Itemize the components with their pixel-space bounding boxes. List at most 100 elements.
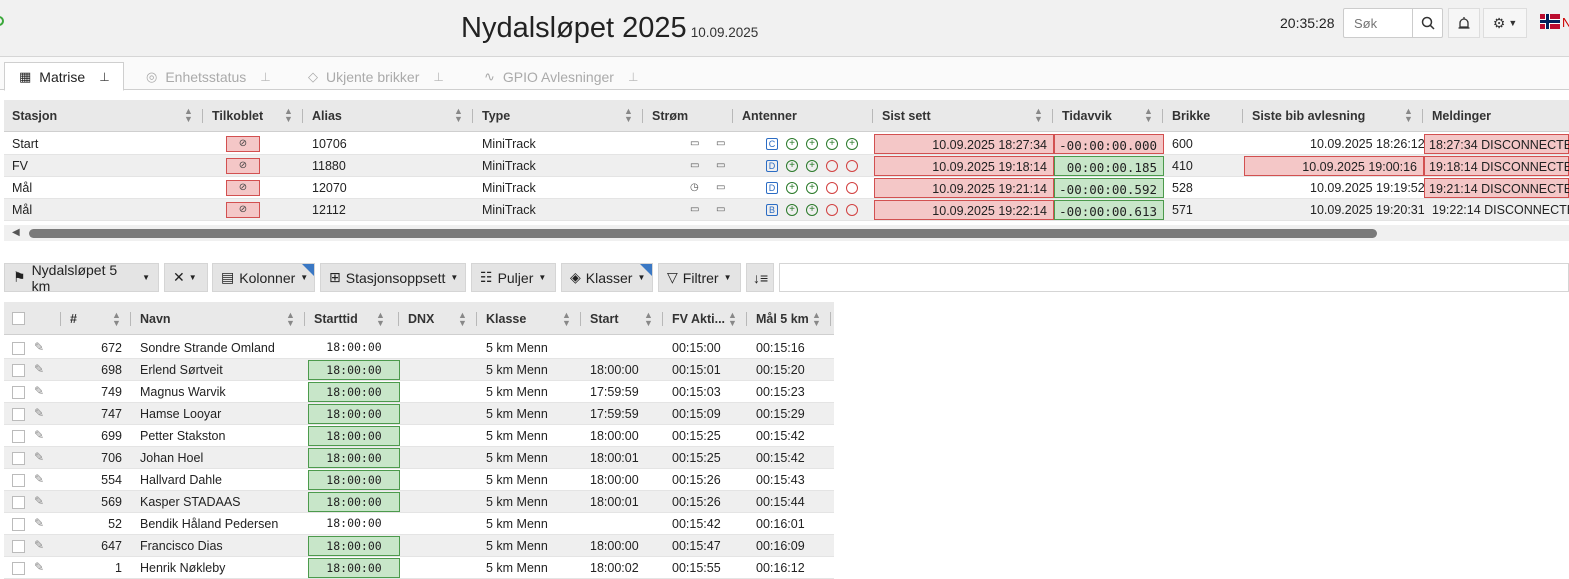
- col-tidavvik[interactable]: Tidavvik: [1062, 109, 1112, 123]
- station-setup-button[interactable]: ⊞ Stasjonsoppsett ▼: [320, 263, 466, 292]
- table-row[interactable]: ✎ 672 Sondre Strande Omland 18:00:00 5 km Me…: [4, 337, 834, 359]
- col-navn[interactable]: Navn: [140, 312, 171, 326]
- start-time-cell[interactable]: 18:00:00: [308, 536, 400, 556]
- table-row[interactable]: ✎ 554 Hallvard Dahle 18:00:00 5 km Menn 18:00…: [4, 469, 834, 491]
- col-strom[interactable]: Strøm: [652, 109, 688, 123]
- scrollbar-thumb[interactable]: [29, 229, 1377, 238]
- col-bib[interactable]: #: [70, 312, 77, 326]
- sort-icon[interactable]: ▲ ▼: [1034, 107, 1043, 124]
- start-time-cell[interactable]: 18:00:00: [308, 338, 400, 358]
- table-row[interactable]: ✎ 647 Francisco Dias 18:00:00 5 km Menn 18:00…: [4, 535, 834, 557]
- sort-icon[interactable]: ▲ ▼: [284, 107, 293, 124]
- edit-icon[interactable]: ✎: [34, 494, 44, 508]
- station-row[interactable]: FV ⊘ 11880 MiniTrack ▭ ▭ D + +10.09.2025 19:18:1…: [4, 155, 1569, 177]
- columns-button[interactable]: ▤ Kolonner ▼: [212, 263, 315, 292]
- language-label[interactable]: N: [1562, 15, 1569, 30]
- sort-icon[interactable]: ▲ ▼: [376, 311, 385, 328]
- edit-icon[interactable]: ✎: [34, 516, 44, 530]
- tab-ukjente-brikker[interactable]: ◇ Ukjente brikker ⊥: [308, 62, 468, 91]
- col-mal-5km[interactable]: Mål 5 km: [756, 312, 809, 326]
- horizontal-scrollbar[interactable]: ◀: [4, 225, 1569, 241]
- start-time-cell[interactable]: 18:00:00: [308, 360, 400, 380]
- table-row[interactable]: ✎ 706 Johan Hoel 18:00:00 5 km Menn 18:00:01 0…: [4, 447, 834, 469]
- alarm-button[interactable]: [1448, 8, 1480, 38]
- edit-icon[interactable]: ✎: [34, 560, 44, 574]
- start-time-cell[interactable]: 18:00:00: [308, 470, 400, 490]
- start-time-cell[interactable]: 18:00:00: [308, 514, 400, 534]
- sort-icon[interactable]: ▲ ▼: [562, 311, 571, 328]
- start-time-cell[interactable]: 18:00:00: [308, 558, 400, 578]
- edit-icon[interactable]: ✎: [34, 428, 44, 442]
- col-alias[interactable]: Alias: [312, 109, 342, 123]
- row-checkbox[interactable]: [12, 540, 25, 553]
- classes-button[interactable]: ◈ Klasser ▼: [561, 263, 653, 292]
- col-meldinger[interactable]: Meldinger: [1432, 109, 1491, 123]
- pin-icon[interactable]: ⊥: [433, 70, 443, 84]
- sort-icon[interactable]: ▲ ▼: [454, 107, 463, 124]
- edit-icon[interactable]: ✎: [34, 340, 44, 354]
- col-fv-aktiv[interactable]: FV Akti...: [672, 312, 725, 326]
- sort-icon[interactable]: ▲ ▼: [644, 311, 653, 328]
- col-sist-sett[interactable]: Sist sett: [882, 109, 931, 123]
- sort-icon[interactable]: ▲ ▼: [812, 311, 821, 328]
- tab-gpio-avlesninger[interactable]: ∿ GPIO Avlesninger ⊥: [484, 62, 664, 91]
- sort-icon[interactable]: ▲ ▼: [286, 311, 295, 328]
- race-selector[interactable]: ⚑ Nydalsløpet 5 km ▼: [4, 262, 159, 294]
- sort-icon[interactable]: ▲ ▼: [458, 311, 467, 328]
- edit-icon[interactable]: ✎: [34, 362, 44, 376]
- start-time-cell[interactable]: 18:00:00: [308, 492, 400, 512]
- edit-icon[interactable]: ✎: [34, 406, 44, 420]
- scroll-left-icon[interactable]: ◀: [12, 227, 20, 238]
- col-siste-bib[interactable]: Siste bib avlesning: [1252, 109, 1365, 123]
- row-checkbox[interactable]: [12, 562, 25, 575]
- sort-button[interactable]: ↓≡: [746, 263, 774, 292]
- table-row[interactable]: ✎ 698 Erlend Sørtveit 18:00:00 5 km Menn 18:0…: [4, 359, 834, 381]
- table-row[interactable]: ✎ 699 Petter Stakston 18:00:00 5 km Menn 18:0…: [4, 425, 834, 447]
- edit-icon[interactable]: ✎: [34, 538, 44, 552]
- pin-icon[interactable]: ⊥: [260, 70, 270, 84]
- col-antenner[interactable]: Antenner: [742, 109, 797, 123]
- search-input[interactable]: [1344, 9, 1414, 37]
- row-checkbox[interactable]: [12, 408, 25, 421]
- row-checkbox[interactable]: [12, 342, 25, 355]
- tab-enhetsstatus[interactable]: ◎ Enhetsstatus ⊥: [146, 62, 286, 91]
- station-row[interactable]: Mål ⊘ 12070 MiniTrack ◷ ▭ D + +10.09.2025 19:21:…: [4, 177, 1569, 199]
- edit-icon[interactable]: ✎: [34, 450, 44, 464]
- pin-icon[interactable]: ⊥: [99, 70, 109, 84]
- col-type[interactable]: Type: [482, 109, 510, 123]
- tools-button[interactable]: ✕ ▼: [164, 263, 208, 292]
- tab-matrise[interactable]: ▦ Matrise ⊥: [4, 62, 124, 91]
- search-button[interactable]: [1412, 9, 1442, 37]
- sort-icon[interactable]: ▲ ▼: [1404, 107, 1413, 124]
- station-row[interactable]: Mål ⊘ 12112 MiniTrack ▭ ▭ B + +10.09.2025 19:22:…: [4, 199, 1569, 221]
- norway-flag-icon[interactable]: [1540, 14, 1560, 29]
- sort-icon[interactable]: ▲ ▼: [1144, 107, 1153, 124]
- sort-icon[interactable]: ▲ ▼: [184, 107, 193, 124]
- col-starttid[interactable]: Starttid: [314, 312, 358, 326]
- table-row[interactable]: ✎ 52 Bendik Håland Pedersen 18:00:00 5 km Me…: [4, 513, 834, 535]
- sort-icon[interactable]: ▲ ▼: [728, 311, 737, 328]
- table-row[interactable]: ✎ 747 Hamse Looyar 18:00:00 5 km Menn 17:59:5…: [4, 403, 834, 425]
- station-row[interactable]: Start ⊘ 10706 MiniTrack ▭ ▭ C + + + +10.09.2025 18…: [4, 133, 1569, 155]
- table-row[interactable]: ✎ 569 Kasper STADAAS 18:00:00 5 km Menn 18:00…: [4, 491, 834, 513]
- filter-button[interactable]: ▽ Filtrer ▼: [658, 263, 741, 292]
- col-brikke[interactable]: Brikke: [1172, 109, 1210, 123]
- table-row[interactable]: ✎ 1 Henrik Nøkleby 18:00:00 5 km Menn 18:00:0…: [4, 557, 834, 579]
- select-all-checkbox[interactable]: [12, 312, 25, 325]
- col-stasjon[interactable]: Stasjon: [12, 109, 57, 123]
- edit-icon[interactable]: ✎: [34, 384, 44, 398]
- pin-icon[interactable]: ⊥: [628, 70, 638, 84]
- col-start[interactable]: Start: [590, 312, 618, 326]
- row-checkbox[interactable]: [12, 452, 25, 465]
- row-checkbox[interactable]: [12, 496, 25, 509]
- sort-icon[interactable]: ▲ ▼: [624, 107, 633, 124]
- quick-filter-input[interactable]: [779, 263, 1569, 292]
- start-time-cell[interactable]: 18:00:00: [308, 448, 400, 468]
- row-checkbox[interactable]: [12, 518, 25, 531]
- settings-button[interactable]: ⚙ ▼: [1483, 8, 1527, 38]
- col-tilkoblet[interactable]: Tilkoblet: [212, 109, 263, 123]
- edit-icon[interactable]: ✎: [34, 472, 44, 486]
- row-checkbox[interactable]: [12, 474, 25, 487]
- pools-button[interactable]: ☷ Puljer ▼: [471, 263, 556, 292]
- row-checkbox[interactable]: [12, 430, 25, 443]
